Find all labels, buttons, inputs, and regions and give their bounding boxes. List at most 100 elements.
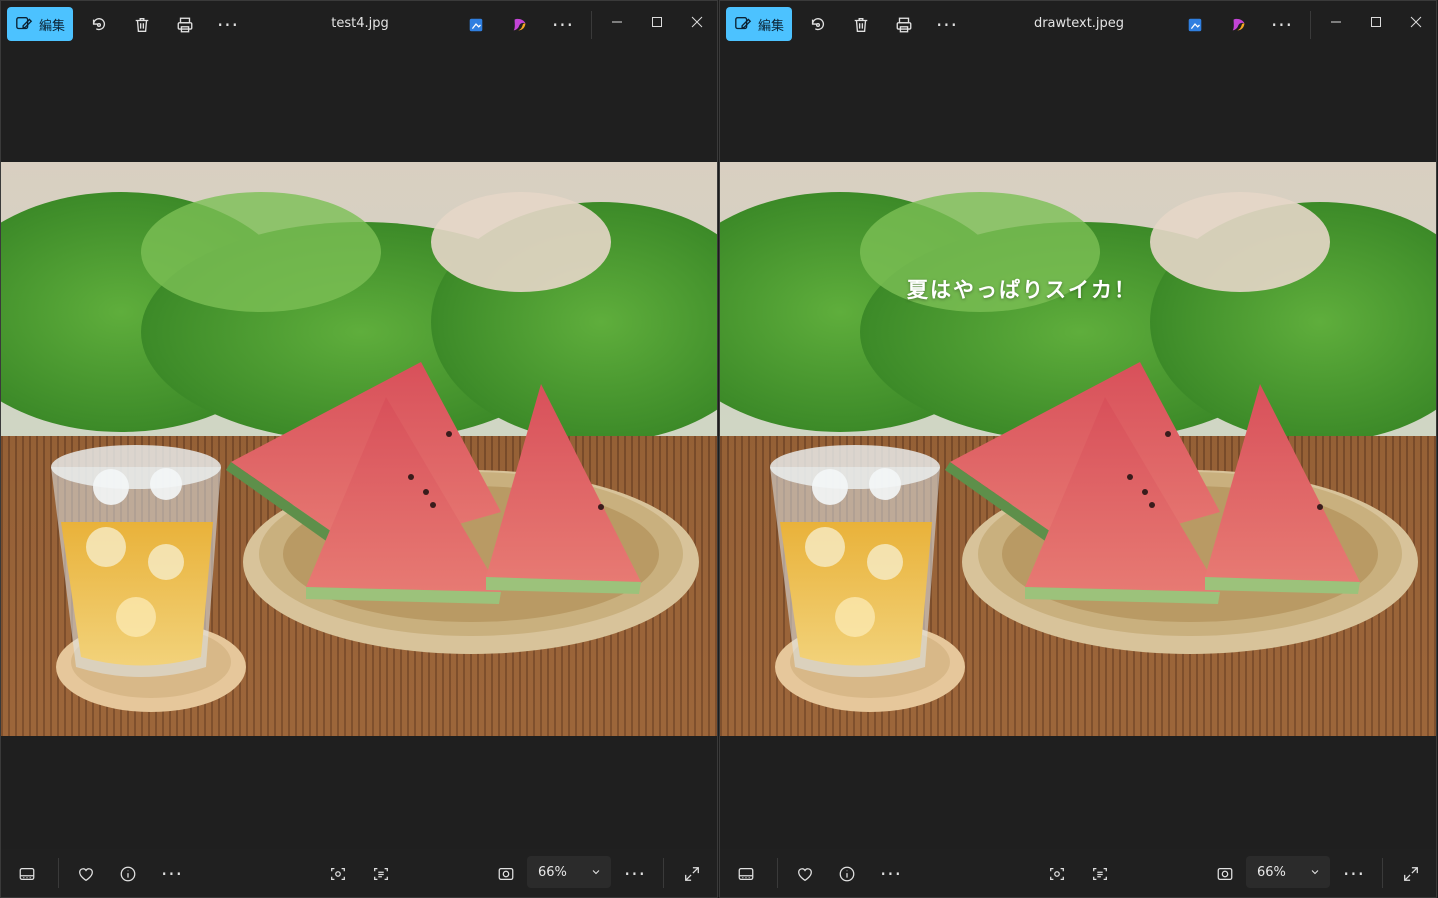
more-button[interactable]: ··· — [1340, 861, 1368, 887]
print-icon — [177, 17, 193, 33]
zoom-value: 66% — [538, 864, 567, 880]
trash-icon — [135, 18, 149, 32]
info-icon — [120, 866, 136, 882]
favorite-button[interactable] — [791, 861, 819, 887]
designer-button[interactable] — [1180, 10, 1210, 40]
photos-window-right: 編集 ··· drawtext.jpeg ··· 夏はやっぱりスイカ！ ··· … — [719, 0, 1437, 898]
designer-icon — [469, 18, 483, 32]
designer-icon — [1188, 18, 1202, 32]
more-button[interactable]: ··· — [621, 861, 649, 887]
more-button[interactable]: ··· — [213, 10, 243, 40]
more-icon: ··· — [623, 862, 647, 886]
chevron-down-icon — [592, 870, 600, 875]
text-scan-button[interactable] — [1086, 861, 1114, 887]
text-scan-icon — [374, 867, 388, 881]
favorite-icon — [798, 868, 812, 882]
copilot-button[interactable] — [505, 10, 535, 40]
text-scan-button[interactable] — [367, 861, 395, 887]
watermelon-photo — [1, 162, 717, 736]
photo-canvas: 夏はやっぱりスイカ！ — [720, 162, 1436, 736]
divider — [58, 858, 59, 888]
close-icon — [691, 16, 703, 28]
more-button[interactable]: ··· — [1267, 10, 1297, 40]
fit-to-window-button[interactable] — [492, 861, 520, 887]
edit-button[interactable]: 編集 — [7, 7, 73, 41]
visual-search-button[interactable] — [324, 861, 352, 887]
more-icon: ··· — [551, 13, 575, 37]
print-button[interactable] — [889, 10, 919, 40]
fullscreen-icon — [1404, 867, 1418, 881]
fullscreen-icon — [685, 867, 699, 881]
edit-label: 編集 — [757, 18, 784, 34]
more-icon: ··· — [160, 862, 184, 886]
more-button[interactable]: ··· — [158, 861, 186, 887]
zoom-value: 66% — [1257, 864, 1286, 880]
rotate-button[interactable] — [84, 10, 114, 40]
minimize-icon — [612, 21, 622, 23]
filmstrip-button[interactable] — [732, 861, 760, 887]
edit-label: 編集 — [38, 18, 65, 34]
more-button[interactable]: ··· — [548, 10, 578, 40]
fullscreen-button[interactable] — [1397, 861, 1425, 887]
visual-search-button[interactable] — [1043, 861, 1071, 887]
text-scan-icon — [1093, 867, 1107, 881]
close-button[interactable] — [682, 11, 712, 33]
designer-button[interactable] — [461, 10, 491, 40]
more-icon: ··· — [1270, 13, 1294, 37]
maximize-icon — [652, 17, 662, 27]
filmstrip-icon — [19, 867, 35, 881]
copilot-icon — [513, 18, 526, 31]
zoom-dropdown[interactable]: 66% — [527, 856, 611, 888]
watermelon-photo — [720, 162, 1436, 736]
edit-button[interactable]: 編集 — [726, 7, 792, 41]
file-name: drawtext.jpeg — [1033, 16, 1125, 31]
filmstrip-button[interactable] — [13, 861, 41, 887]
rotate-button[interactable] — [803, 10, 833, 40]
more-icon: ··· — [935, 13, 959, 37]
title-bar: 編集 ··· test4.jpg ··· — [1, 1, 717, 49]
bottom-bar: ··· 66% ··· — [720, 849, 1436, 897]
divider — [663, 858, 664, 888]
more-icon: ··· — [216, 13, 240, 37]
favorite-button[interactable] — [72, 861, 100, 887]
favorite-icon — [79, 868, 93, 882]
close-button[interactable] — [1401, 11, 1431, 33]
rotate-icon — [92, 18, 106, 31]
rotate-icon — [811, 18, 825, 31]
fullscreen-button[interactable] — [678, 861, 706, 887]
more-icon: ··· — [1342, 862, 1366, 886]
copilot-icon — [1232, 18, 1245, 31]
divider — [591, 11, 592, 39]
photo-canvas — [1, 162, 717, 736]
minimize-icon — [1331, 21, 1341, 23]
delete-button[interactable] — [127, 10, 157, 40]
close-icon — [1410, 16, 1422, 28]
delete-button[interactable] — [846, 10, 876, 40]
fit-to-window-icon — [498, 867, 514, 881]
visual-search-icon — [331, 867, 345, 881]
minimize-button[interactable] — [1321, 11, 1351, 33]
divider — [777, 858, 778, 888]
photo-overlay-text: 夏はやっぱりスイカ！ — [907, 278, 1137, 302]
info-button[interactable] — [833, 861, 861, 887]
info-icon — [839, 866, 855, 882]
copilot-button[interactable] — [1224, 10, 1254, 40]
zoom-dropdown[interactable]: 66% — [1246, 856, 1330, 888]
more-icon: ··· — [879, 862, 903, 886]
maximize-icon — [1371, 17, 1381, 27]
fit-to-window-button[interactable] — [1211, 861, 1239, 887]
fit-to-window-icon — [1217, 867, 1233, 881]
filmstrip-icon — [738, 867, 754, 881]
edit-icon — [16, 17, 33, 30]
trash-icon — [854, 18, 868, 32]
info-button[interactable] — [114, 861, 142, 887]
print-button[interactable] — [170, 10, 200, 40]
divider — [1382, 858, 1383, 888]
minimize-button[interactable] — [602, 11, 632, 33]
file-name: test4.jpg — [331, 16, 389, 31]
edit-icon — [735, 17, 752, 30]
more-button[interactable]: ··· — [932, 10, 962, 40]
maximize-button[interactable] — [642, 11, 672, 33]
more-button[interactable]: ··· — [877, 861, 905, 887]
maximize-button[interactable] — [1361, 11, 1391, 33]
